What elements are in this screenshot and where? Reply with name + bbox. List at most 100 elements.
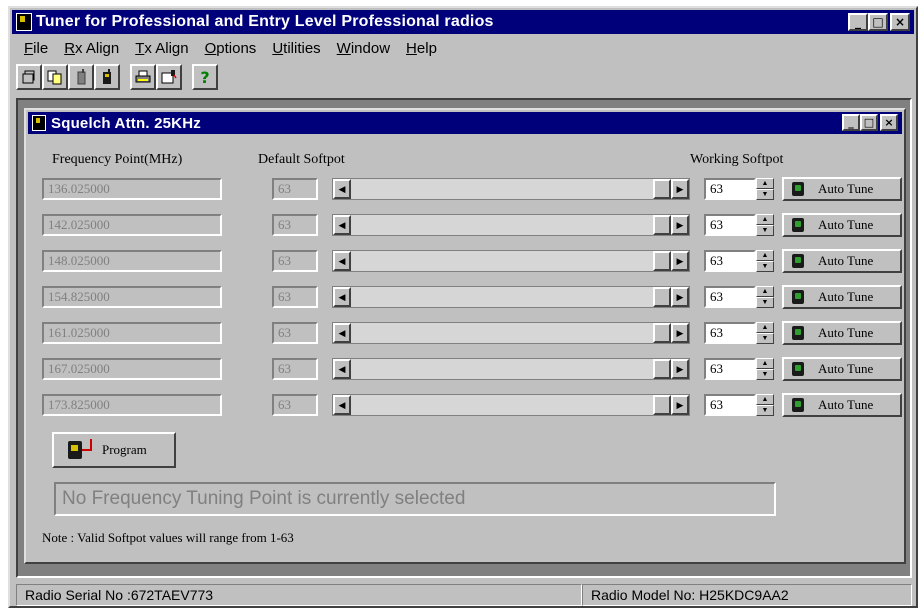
- auto-tune-button[interactable]: Auto Tune: [782, 177, 902, 201]
- slider-left-arrow[interactable]: ◀: [333, 179, 351, 199]
- radio-button[interactable]: [68, 64, 94, 90]
- close-button[interactable]: ×: [890, 13, 910, 31]
- spin-up-arrow[interactable]: ▲: [756, 178, 774, 189]
- working-softpot-spinner[interactable]: ▲ ▼: [756, 322, 774, 344]
- working-softpot-spinner[interactable]: ▲ ▼: [756, 214, 774, 236]
- spin-down-arrow[interactable]: ▼: [756, 189, 774, 200]
- working-softpot-input[interactable]: 63: [704, 214, 756, 236]
- spin-up-arrow[interactable]: ▲: [756, 358, 774, 369]
- spin-down-arrow[interactable]: ▼: [756, 333, 774, 344]
- menu-bar: File Rx Align Tx Align Options Utilities Wind…: [16, 36, 445, 60]
- radio-read-button[interactable]: [94, 64, 120, 90]
- spin-up-arrow[interactable]: ▲: [756, 394, 774, 405]
- auto-tune-button[interactable]: Auto Tune: [782, 249, 902, 273]
- slider-thumb[interactable]: [653, 179, 671, 199]
- softpot-slider[interactable]: ◀ ▶: [332, 394, 690, 416]
- program-toolbar-button[interactable]: [156, 64, 182, 90]
- slider-right-arrow[interactable]: ▶: [671, 395, 689, 415]
- working-softpot-input[interactable]: 63: [704, 358, 756, 380]
- slider-thumb[interactable]: [653, 251, 671, 271]
- slider-left-arrow[interactable]: ◀: [333, 395, 351, 415]
- child-maximize-button[interactable]: □: [860, 114, 878, 131]
- working-softpot-spinner[interactable]: ▲ ▼: [756, 286, 774, 308]
- spin-up-arrow[interactable]: ▲: [756, 214, 774, 225]
- slider-left-arrow[interactable]: ◀: [333, 215, 351, 235]
- child-title-bar[interactable]: Squelch Attn. 25KHz _ □ ×: [28, 112, 902, 134]
- minimize-button[interactable]: _: [848, 13, 868, 31]
- slider-left-arrow[interactable]: ◀: [333, 287, 351, 307]
- slider-thumb[interactable]: [653, 287, 671, 307]
- softpot-slider[interactable]: ◀ ▶: [332, 178, 690, 200]
- softpot-slider[interactable]: ◀ ▶: [332, 286, 690, 308]
- menu-rx-align[interactable]: Rx Align: [56, 40, 127, 57]
- slider-right-arrow[interactable]: ▶: [671, 251, 689, 271]
- spin-down-arrow[interactable]: ▼: [756, 297, 774, 308]
- auto-tune-button[interactable]: Auto Tune: [782, 393, 902, 417]
- slider-track[interactable]: [351, 323, 671, 343]
- working-softpot-input[interactable]: 63: [704, 286, 756, 308]
- menu-file[interactable]: File: [16, 40, 56, 57]
- menu-window[interactable]: Window: [329, 40, 398, 57]
- slider-thumb[interactable]: [653, 215, 671, 235]
- slider-track[interactable]: [351, 395, 671, 415]
- auto-tune-button[interactable]: Auto Tune: [782, 285, 902, 309]
- slider-right-arrow[interactable]: ▶: [671, 179, 689, 199]
- softpot-slider[interactable]: ◀ ▶: [332, 322, 690, 344]
- spin-up-arrow[interactable]: ▲: [756, 322, 774, 333]
- menu-accelerator: R: [64, 39, 76, 57]
- menu-options[interactable]: Options: [197, 40, 265, 57]
- softpot-slider[interactable]: ◀ ▶: [332, 214, 690, 236]
- working-softpot-input[interactable]: 63: [704, 394, 756, 416]
- spin-up-arrow[interactable]: ▲: [756, 286, 774, 297]
- slider-track[interactable]: [351, 215, 671, 235]
- slider-track[interactable]: [351, 287, 671, 307]
- copy-button[interactable]: [42, 64, 68, 90]
- slider-left-arrow[interactable]: ◀: [333, 323, 351, 343]
- slider-right-arrow[interactable]: ▶: [671, 359, 689, 379]
- softpot-slider[interactable]: ◀ ▶: [332, 250, 690, 272]
- slider-track[interactable]: [351, 179, 671, 199]
- working-softpot-spinner[interactable]: ▲ ▼: [756, 358, 774, 380]
- child-minimize-button[interactable]: _: [842, 114, 860, 131]
- working-softpot-input[interactable]: 63: [704, 178, 756, 200]
- radio-app-icon[interactable]: [16, 13, 32, 31]
- working-softpot-input[interactable]: 63: [704, 250, 756, 272]
- slider-thumb[interactable]: [653, 323, 671, 343]
- menu-tx-align[interactable]: Tx Align: [127, 40, 196, 57]
- spin-down-arrow[interactable]: ▼: [756, 261, 774, 272]
- slider-left-arrow[interactable]: ◀: [333, 359, 351, 379]
- tuning-row: 142.025000 63 ◀ ▶ 63 ▲ ▼ Auto Tune: [26, 212, 904, 238]
- slider-thumb[interactable]: [653, 395, 671, 415]
- spin-down-arrow[interactable]: ▼: [756, 405, 774, 416]
- spin-up-arrow[interactable]: ▲: [756, 250, 774, 261]
- help-button[interactable]: ?: [192, 64, 218, 90]
- slider-right-arrow[interactable]: ▶: [671, 215, 689, 235]
- maximize-button[interactable]: □: [868, 13, 888, 31]
- slider-right-arrow[interactable]: ▶: [671, 323, 689, 343]
- working-softpot-spinner[interactable]: ▲ ▼: [756, 394, 774, 416]
- spin-down-arrow[interactable]: ▼: [756, 369, 774, 380]
- menu-utilities[interactable]: Utilities: [264, 40, 328, 57]
- softpot-slider[interactable]: ◀ ▶: [332, 358, 690, 380]
- slider-track[interactable]: [351, 251, 671, 271]
- auto-tune-button[interactable]: Auto Tune: [782, 321, 902, 345]
- working-softpot-spinner[interactable]: ▲ ▼: [756, 250, 774, 272]
- open-button[interactable]: [16, 64, 42, 90]
- slider-left-arrow[interactable]: ◀: [333, 251, 351, 271]
- slider-track[interactable]: [351, 359, 671, 379]
- radio-model-panel: Radio Model No: H25KDC9AA2: [582, 584, 912, 606]
- menu-help[interactable]: Help: [398, 40, 445, 57]
- window-controls: _ □ ×: [848, 13, 910, 31]
- auto-tune-button[interactable]: Auto Tune: [782, 357, 902, 381]
- working-softpot-input[interactable]: 63: [704, 322, 756, 344]
- title-bar[interactable]: Tuner for Professional and Entry Level P…: [12, 10, 914, 34]
- working-softpot-spinner[interactable]: ▲ ▼: [756, 178, 774, 200]
- print-button[interactable]: [130, 64, 156, 90]
- slider-thumb[interactable]: [653, 359, 671, 379]
- program-button[interactable]: Program: [52, 432, 176, 468]
- auto-tune-button[interactable]: Auto Tune: [782, 213, 902, 237]
- child-window-icon[interactable]: [32, 115, 46, 131]
- spin-down-arrow[interactable]: ▼: [756, 225, 774, 236]
- child-close-button[interactable]: ×: [880, 114, 898, 131]
- slider-right-arrow[interactable]: ▶: [671, 287, 689, 307]
